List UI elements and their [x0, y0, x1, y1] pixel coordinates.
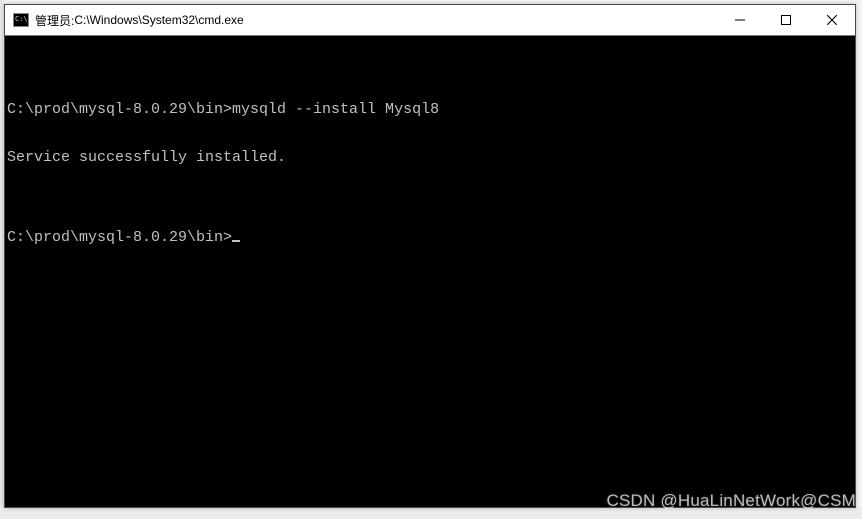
window-title-path: C:\Windows\System32\cmd.exe	[74, 13, 243, 27]
terminal-line: Service successfully installed.	[5, 150, 855, 166]
terminal-prompt-text: C:\prod\mysql-8.0.29\bin>	[7, 229, 232, 246]
window-title-prefix: 管理员:	[35, 12, 74, 29]
terminal-prompt-line: C:\prod\mysql-8.0.29\bin>	[5, 230, 855, 246]
titlebar[interactable]: C:\ 管理员: C:\Windows\System32\cmd.exe	[5, 5, 855, 36]
svg-text:C:\: C:\	[15, 15, 28, 23]
close-button[interactable]	[809, 5, 855, 35]
cmd-window: C:\ 管理员: C:\Windows\System32\cmd.exe C:\…	[4, 4, 856, 508]
window-controls	[717, 5, 855, 35]
terminal-line: C:\prod\mysql-8.0.29\bin>mysqld --instal…	[5, 102, 855, 118]
terminal-area[interactable]: C:\prod\mysql-8.0.29\bin>mysqld --instal…	[5, 36, 855, 507]
cmd-icon: C:\	[13, 12, 29, 28]
minimize-button[interactable]	[717, 5, 763, 35]
maximize-button[interactable]	[763, 5, 809, 35]
cursor-icon	[232, 240, 240, 242]
background-bottom-strip	[0, 507, 862, 519]
